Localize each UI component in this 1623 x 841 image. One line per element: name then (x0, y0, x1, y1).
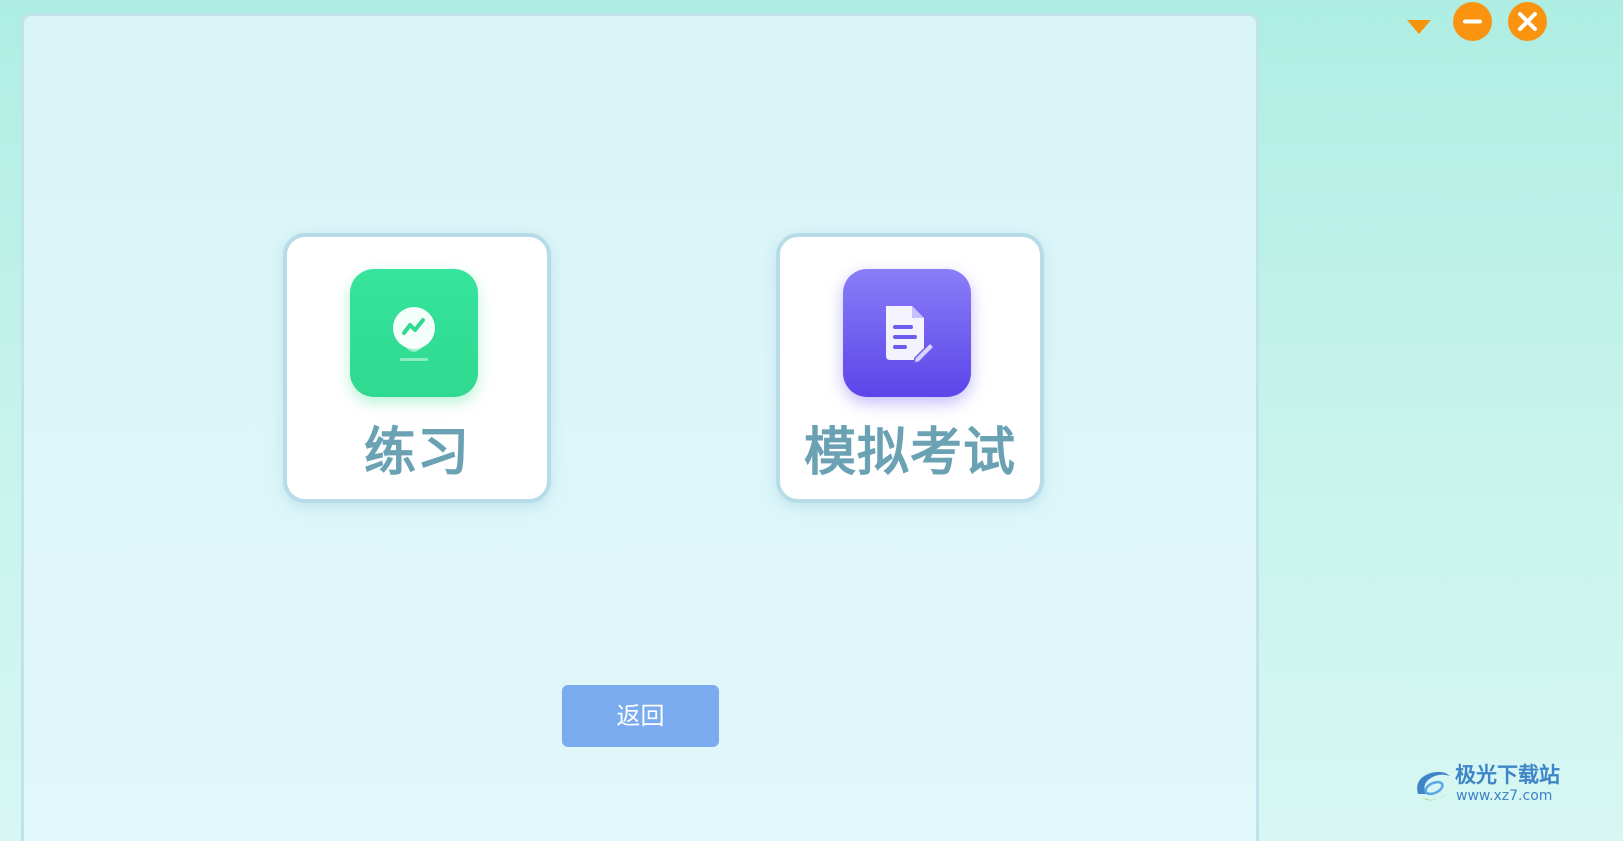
practice-card[interactable]: 练习 (283, 233, 551, 503)
minimize-button[interactable] (1453, 2, 1492, 41)
mock-exam-tile (843, 269, 971, 397)
close-button[interactable] (1508, 2, 1547, 41)
watermark-site-name: 极光下载站 (1455, 763, 1560, 787)
site-logo-icon (1417, 771, 1450, 801)
document-edit-icon (886, 306, 936, 364)
practice-label: 练习 (363, 423, 470, 483)
practice-tile (350, 269, 478, 397)
back-button[interactable]: 返回 (562, 685, 719, 747)
watermark: 极光下载站 www.xz7.com (1412, 762, 1562, 808)
mock-exam-card[interactable]: 模拟考试 (776, 233, 1044, 503)
lightbulb-icon (393, 307, 435, 361)
watermark-url: www.xz7.com (1456, 788, 1553, 804)
mock-exam-label: 模拟考试 (803, 423, 1016, 483)
minus-icon (1463, 19, 1482, 24)
close-icon (1518, 12, 1537, 31)
triangle-down-icon[interactable] (1407, 20, 1431, 34)
main-panel: 练习 模拟考试 返回 (21, 13, 1259, 841)
